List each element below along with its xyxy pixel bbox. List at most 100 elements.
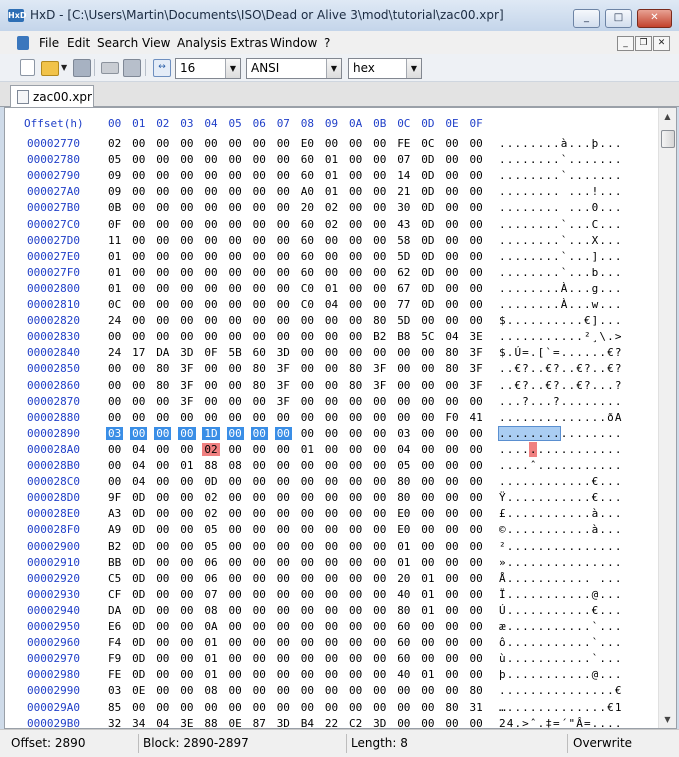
hex-byte[interactable]: 00 bbox=[299, 556, 316, 569]
hex-byte[interactable]: 00 bbox=[468, 169, 485, 182]
ascii-text[interactable]: ................ bbox=[499, 427, 623, 440]
ascii-text[interactable]: ............€... bbox=[499, 475, 623, 488]
hex-byte[interactable]: 01 bbox=[178, 459, 195, 472]
hex-byte[interactable]: 80 bbox=[371, 314, 388, 327]
hex-byte[interactable]: 0D bbox=[419, 266, 436, 279]
hex-byte[interactable]: 00 bbox=[468, 298, 485, 311]
hex-byte[interactable]: 00 bbox=[227, 411, 244, 424]
hex-byte[interactable]: 0F bbox=[106, 218, 123, 231]
hex-byte[interactable]: 0D bbox=[130, 620, 147, 633]
hex-byte[interactable]: 00 bbox=[371, 137, 388, 150]
hex-byte[interactable]: 0B bbox=[106, 201, 123, 214]
hex-byte[interactable]: 00 bbox=[443, 266, 460, 279]
hex-byte[interactable]: 00 bbox=[347, 523, 364, 536]
hex-byte[interactable]: 00 bbox=[178, 137, 195, 150]
hex-byte[interactable]: 00 bbox=[323, 137, 340, 150]
hex-byte[interactable]: 00 bbox=[347, 668, 364, 681]
ascii-text[interactable]: $..........€]... bbox=[499, 314, 623, 327]
hex-byte[interactable]: 00 bbox=[178, 314, 195, 327]
hex-byte[interactable]: 00 bbox=[299, 588, 316, 601]
hex-byte[interactable]: 00 bbox=[227, 668, 244, 681]
hex-byte[interactable]: 00 bbox=[371, 556, 388, 569]
hex-byte[interactable]: 00 bbox=[443, 395, 460, 408]
hex-byte[interactable]: 00 bbox=[227, 379, 244, 392]
hex-byte[interactable]: 00 bbox=[154, 153, 171, 166]
hex-byte[interactable]: 00 bbox=[347, 427, 364, 440]
hex-byte[interactable]: 0A bbox=[202, 620, 219, 633]
hex-byte[interactable]: 00 bbox=[227, 330, 244, 343]
hex-byte[interactable]: B8 bbox=[395, 330, 412, 343]
hex-byte[interactable]: FE bbox=[395, 137, 412, 150]
hex-byte[interactable]: 00 bbox=[251, 330, 268, 343]
hex-byte[interactable]: 80 bbox=[154, 379, 171, 392]
hex-byte[interactable]: 03 bbox=[395, 427, 412, 440]
hex-byte[interactable]: 00 bbox=[202, 234, 219, 247]
hex-byte[interactable]: 00 bbox=[443, 459, 460, 472]
ascii-text[interactable]: ...........²¸\.> bbox=[499, 330, 623, 343]
ascii-text[interactable]: 24.>ˆ.‡=´"Â=.... bbox=[499, 717, 623, 728]
hex-byte[interactable]: 0D bbox=[130, 668, 147, 681]
hex-byte[interactable]: 00 bbox=[178, 701, 195, 714]
hex-byte[interactable]: 00 bbox=[323, 346, 340, 359]
hex-byte[interactable]: 00 bbox=[227, 684, 244, 697]
hex-byte[interactable]: 00 bbox=[323, 443, 340, 456]
hex-byte[interactable]: 0D bbox=[130, 604, 147, 617]
hex-byte[interactable]: 00 bbox=[347, 652, 364, 665]
hex-byte[interactable]: 00 bbox=[227, 234, 244, 247]
hex-byte[interactable]: 00 bbox=[227, 588, 244, 601]
hex-byte[interactable]: 00 bbox=[299, 395, 316, 408]
hex-byte[interactable]: 14 bbox=[395, 169, 412, 182]
hex-byte[interactable]: 00 bbox=[468, 314, 485, 327]
hex-byte[interactable]: 00 bbox=[468, 185, 485, 198]
hex-byte[interactable]: 80 bbox=[395, 491, 412, 504]
hex-byte[interactable]: 3F bbox=[178, 362, 195, 375]
hex-byte[interactable]: 00 bbox=[299, 362, 316, 375]
hex-byte[interactable]: 00 bbox=[443, 556, 460, 569]
hex-byte[interactable]: 00 bbox=[251, 201, 268, 214]
hex-byte[interactable]: 00 bbox=[395, 379, 412, 392]
hex-byte[interactable]: 00 bbox=[178, 636, 195, 649]
hex-byte[interactable]: 00 bbox=[347, 491, 364, 504]
hex-byte[interactable]: 00 bbox=[227, 475, 244, 488]
hex-byte[interactable]: 01 bbox=[323, 169, 340, 182]
hex-byte[interactable]: 00 bbox=[371, 668, 388, 681]
hex-byte[interactable]: 00 bbox=[251, 218, 268, 231]
hex-byte[interactable]: 40 bbox=[395, 588, 412, 601]
hex-byte[interactable]: 00 bbox=[275, 604, 292, 617]
hex-byte[interactable]: 00 bbox=[251, 169, 268, 182]
hex-byte[interactable]: 00 bbox=[347, 395, 364, 408]
hex-byte[interactable]: 00 bbox=[227, 201, 244, 214]
hex-byte[interactable]: 1D bbox=[202, 426, 220, 440]
hex-byte[interactable]: 00 bbox=[299, 668, 316, 681]
hex-byte[interactable]: 87 bbox=[251, 717, 268, 728]
hex-byte[interactable]: 00 bbox=[251, 652, 268, 665]
hex-byte[interactable]: 00 bbox=[299, 330, 316, 343]
menu-search[interactable]: Search bbox=[97, 36, 138, 50]
hex-byte[interactable]: 00 bbox=[371, 588, 388, 601]
hex-byte[interactable]: 00 bbox=[443, 540, 460, 553]
hex-byte[interactable]: 00 bbox=[130, 379, 147, 392]
hex-byte[interactable]: 3F bbox=[275, 362, 292, 375]
hex-byte[interactable]: 00 bbox=[443, 491, 460, 504]
hex-byte[interactable]: 03 bbox=[106, 684, 123, 697]
hex-byte[interactable]: 00 bbox=[202, 701, 219, 714]
hex-byte[interactable]: 00 bbox=[443, 201, 460, 214]
hex-byte[interactable]: 00 bbox=[347, 411, 364, 424]
hex-byte[interactable]: 00 bbox=[371, 346, 388, 359]
hex-byte[interactable]: C2 bbox=[347, 717, 364, 728]
hex-byte[interactable]: 85 bbox=[106, 701, 123, 714]
hex-byte[interactable]: 00 bbox=[323, 572, 340, 585]
hex-byte[interactable]: 00 bbox=[299, 652, 316, 665]
hex-byte[interactable]: 01 bbox=[419, 572, 436, 585]
ascii-text[interactable]: ........à...þ... bbox=[499, 137, 623, 150]
hex-byte[interactable]: 00 bbox=[371, 427, 388, 440]
hex-byte[interactable]: 00 bbox=[154, 620, 171, 633]
hex-byte[interactable]: 24 bbox=[106, 346, 123, 359]
ascii-text[interactable]: þ...........@... bbox=[499, 668, 623, 681]
hex-byte[interactable]: 00 bbox=[299, 411, 316, 424]
hex-byte[interactable]: 00 bbox=[371, 201, 388, 214]
hex-byte[interactable]: 00 bbox=[347, 298, 364, 311]
hex-byte[interactable]: 00 bbox=[275, 314, 292, 327]
hex-byte[interactable]: 01 bbox=[395, 540, 412, 553]
hex-byte[interactable]: 05 bbox=[395, 459, 412, 472]
